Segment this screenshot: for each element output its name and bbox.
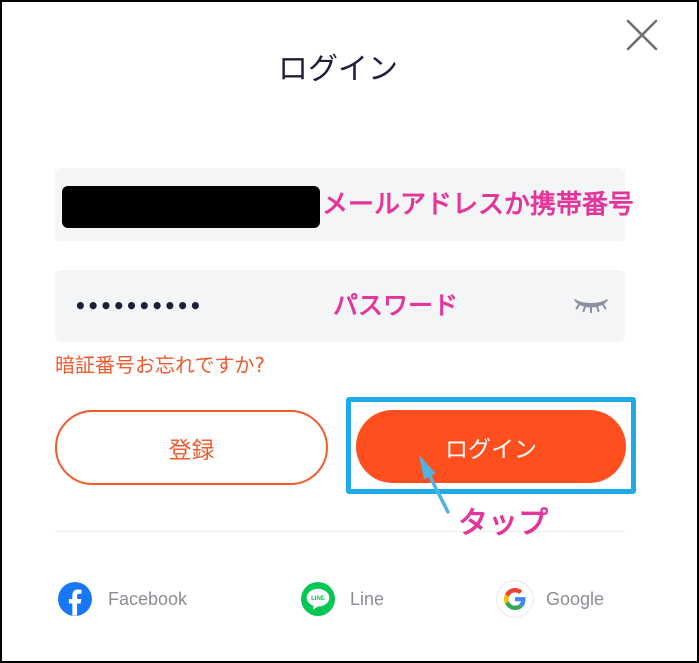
dialog-title: ログイン	[278, 52, 398, 87]
google-login-button[interactable]: Google	[496, 580, 604, 618]
eye-closed-icon	[574, 299, 608, 314]
google-label: Google	[546, 588, 605, 609]
tap-annotation: タップ	[458, 506, 548, 541]
line-label: Line	[350, 588, 385, 609]
close-icon	[626, 19, 658, 51]
line-logo-text: LINE	[311, 596, 325, 602]
login-dialog: ログイン メールアドレスか携帯番号 パスワード 暗証番号お忘れですか? 登録 ロ…	[0, 0, 699, 663]
google-icon	[496, 580, 534, 618]
login-button[interactable]: ログイン	[356, 410, 626, 483]
password-input[interactable]	[55, 270, 625, 342]
line-icon: LINE	[301, 582, 335, 616]
register-button[interactable]: 登録	[55, 410, 328, 485]
redaction-bar	[62, 186, 320, 228]
password-field[interactable]	[55, 270, 625, 342]
line-login-button[interactable]: LINE Line	[301, 580, 384, 618]
password-visibility-toggle[interactable]	[572, 294, 610, 318]
forgot-pin-link[interactable]: 暗証番号お忘れですか?	[55, 351, 265, 379]
facebook-login-button[interactable]: Facebook	[58, 580, 187, 618]
close-button[interactable]	[624, 17, 660, 53]
facebook-label: Facebook	[108, 588, 188, 609]
account-field[interactable]	[55, 168, 625, 241]
facebook-icon	[58, 582, 92, 616]
divider	[55, 531, 625, 532]
